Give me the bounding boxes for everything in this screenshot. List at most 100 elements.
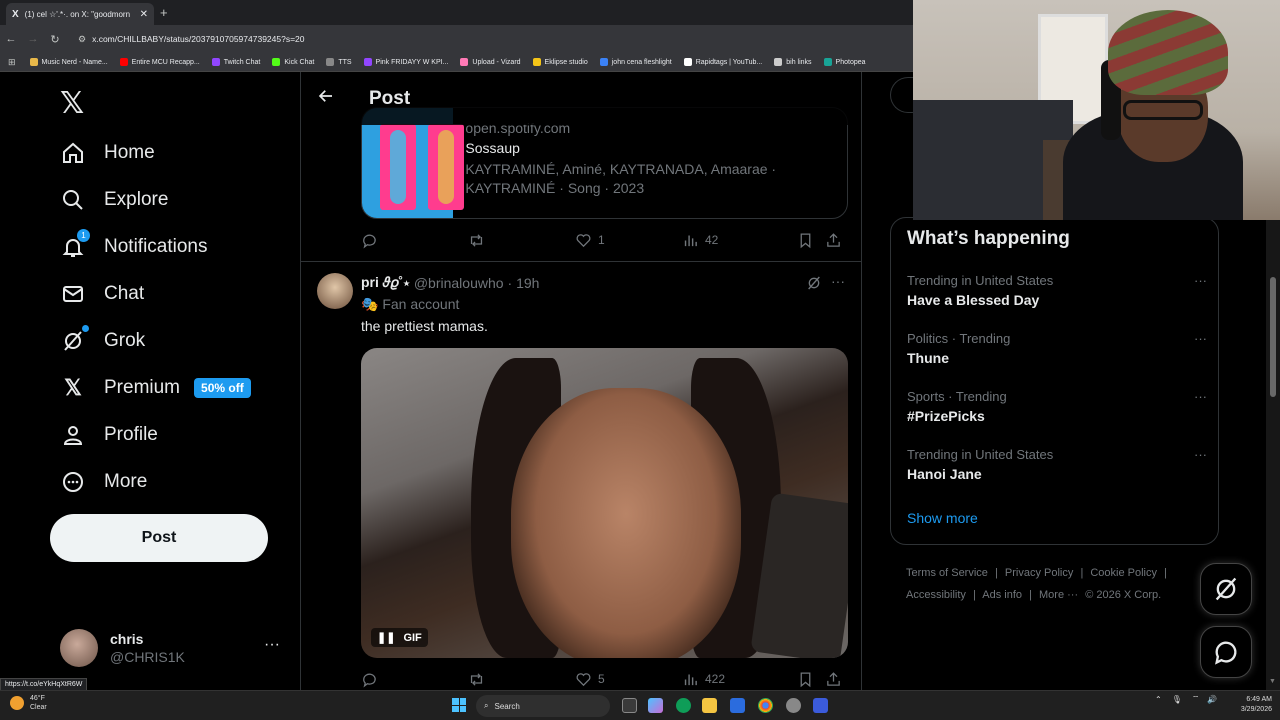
- bookmark-icon[interactable]: [797, 671, 825, 688]
- file-explorer-icon[interactable]: [702, 698, 717, 713]
- bookmark-item[interactable]: Music Nerd - Name...: [29, 58, 108, 66]
- windows-start-icon[interactable]: [452, 698, 466, 712]
- apps-grid-icon[interactable]: ⊞: [8, 57, 16, 68]
- scrollbar-thumb[interactable]: [1270, 277, 1276, 397]
- cam-beanie: [1108, 10, 1228, 95]
- footer-accessibility-link[interactable]: Accessibility: [906, 589, 966, 601]
- bookmark-item[interactable]: Entire MCU Recapp...: [119, 58, 200, 66]
- footer-cookie-link[interactable]: Cookie Policy: [1090, 567, 1157, 579]
- share-icon[interactable]: [825, 671, 848, 688]
- scroll-down-icon[interactable]: ▼: [1269, 678, 1276, 685]
- nav-more[interactable]: More: [60, 464, 147, 500]
- trend-item[interactable]: Politics · Trending Thune ···: [907, 331, 1207, 366]
- bookmark-item[interactable]: john cena fleshlight: [599, 58, 672, 66]
- tweet-time[interactable]: · 19h: [508, 275, 540, 291]
- show-more-link[interactable]: Show more: [907, 510, 978, 526]
- share-icon[interactable]: [825, 232, 848, 249]
- views-button[interactable]: 42: [682, 232, 797, 249]
- post-button[interactable]: Post: [50, 514, 268, 562]
- gif-controls[interactable]: ❚❚ GIF: [371, 628, 428, 647]
- footer-more-link[interactable]: More ···: [1039, 589, 1078, 601]
- store-icon[interactable]: [730, 698, 745, 713]
- reply-icon[interactable]: [361, 232, 468, 249]
- more-icon[interactable]: ···: [1194, 331, 1207, 346]
- bookmark-item[interactable]: bih links: [774, 58, 812, 66]
- edge-icon[interactable]: [676, 698, 691, 713]
- taskbar-clock[interactable]: 6:49 AM 3/29/2026: [1232, 695, 1272, 715]
- bookmark-label: Entire MCU Recapp...: [131, 58, 200, 66]
- bookmark-label: Photopea: [835, 58, 866, 66]
- repost-icon[interactable]: [468, 232, 575, 249]
- bookmark-item[interactable]: Eklipse studio: [532, 58, 588, 66]
- microphone-icon[interactable]: 🎙: [1172, 695, 1182, 704]
- back-arrow-icon[interactable]: [301, 87, 351, 110]
- grok-fab-button[interactable]: [1200, 563, 1252, 615]
- bookmark-item[interactable]: Twitch Chat: [211, 58, 260, 66]
- trend-item[interactable]: Trending in United States Have a Blessed…: [907, 273, 1207, 308]
- bookmark-item[interactable]: Photopea: [823, 58, 866, 66]
- footer-terms-link[interactable]: Terms of Service: [906, 567, 988, 579]
- more-icon[interactable]: ···: [831, 273, 845, 289]
- address-bar[interactable]: ⚙ x.com/CHILLBABY/status/203791070597473…: [72, 29, 672, 49]
- footer-ads-link[interactable]: Ads info: [982, 589, 1022, 601]
- settings-icon[interactable]: [786, 698, 801, 713]
- system-tray: ⌃ 🎙 ⌔ 🔊: [1155, 694, 1217, 704]
- whats-happening-panel: What’s happening Trending in United Stat…: [890, 217, 1219, 545]
- forward-arrow-icon[interactable]: →: [22, 33, 44, 45]
- trend-item[interactable]: Trending in United States Hanoi Jane ···: [907, 447, 1207, 482]
- grok-icon[interactable]: [806, 275, 822, 296]
- trends-title: What’s happening: [907, 228, 1070, 249]
- nav-notifications[interactable]: 1 Notifications: [60, 229, 208, 265]
- chat-fab-button[interactable]: [1200, 626, 1252, 678]
- bookmark-item[interactable]: Pink FRIDAYY W KPI...: [363, 58, 448, 66]
- nav-explore[interactable]: Explore: [60, 182, 168, 218]
- site-info-icon[interactable]: ⚙: [78, 34, 86, 45]
- tab-close-icon[interactable]: ✕: [140, 9, 148, 20]
- repost-icon[interactable]: [468, 671, 575, 688]
- trend-item[interactable]: Sports · Trending #PrizePicks ···: [907, 389, 1207, 424]
- fan-account-label: 🎭 Fan account: [361, 296, 460, 312]
- reload-icon[interactable]: ↻: [44, 33, 66, 46]
- like-button[interactable]: 1: [575, 232, 682, 249]
- tray-chevron-icon[interactable]: ⌃: [1155, 695, 1162, 704]
- task-view-icon[interactable]: [622, 698, 637, 713]
- browser-tab[interactable]: X (1) cel ☆'.*·. on X: "goodmorn ✕: [6, 3, 154, 25]
- back-arrow-icon[interactable]: ←: [0, 33, 22, 45]
- reply-icon[interactable]: [361, 671, 468, 688]
- views-button[interactable]: 422: [682, 671, 797, 688]
- account-more-icon[interactable]: ···: [264, 636, 280, 654]
- bookmark-item[interactable]: Rapidtags | YouTub...: [683, 58, 762, 66]
- wifi-icon[interactable]: ⌔: [1192, 694, 1200, 704]
- account-switcher[interactable]: chris @CHRIS1K ···: [60, 626, 290, 670]
- bookmark-item[interactable]: Upload - Vizard: [460, 58, 521, 66]
- gif-media[interactable]: ❚❚ GIF: [361, 348, 848, 658]
- weather-widget[interactable]: 46°F Clear: [10, 694, 47, 712]
- bookmark-item[interactable]: TTS: [326, 58, 352, 66]
- more-icon[interactable]: ···: [1194, 389, 1207, 404]
- bookmark-icon[interactable]: [797, 232, 825, 249]
- remote-desktop-icon[interactable]: [813, 698, 828, 713]
- nav-profile[interactable]: Profile: [60, 417, 158, 453]
- nav-chat[interactable]: Chat: [60, 276, 144, 312]
- volume-icon[interactable]: 🔊: [1207, 695, 1217, 704]
- taskbar-search[interactable]: ⌕ Search: [476, 695, 610, 717]
- footer-privacy-link[interactable]: Privacy Policy: [1005, 567, 1073, 579]
- bookmark-item[interactable]: Kick Chat: [272, 58, 314, 66]
- avatar[interactable]: [317, 273, 353, 309]
- tweet-display-name[interactable]: pri 𝜗𝜚˚⋆: [361, 274, 410, 291]
- weather-temp: 46°F: [30, 695, 45, 702]
- trend-context: Politics · Trending: [907, 331, 1011, 346]
- like-button[interactable]: 5: [575, 671, 682, 688]
- nav-premium[interactable]: 𝕏 Premium 50% off: [60, 370, 251, 406]
- copilot-icon[interactable]: [648, 698, 663, 713]
- tweet-handle[interactable]: @brinalouwho: [414, 275, 504, 291]
- chrome-icon[interactable]: [758, 698, 773, 713]
- nav-home[interactable]: Home: [60, 135, 155, 171]
- more-icon[interactable]: ···: [1194, 273, 1207, 288]
- x-logo-icon[interactable]: 𝕏: [60, 86, 84, 121]
- tweet-divider: [301, 261, 861, 262]
- new-tab-button[interactable]: +: [160, 5, 168, 20]
- more-icon[interactable]: ···: [1194, 447, 1207, 462]
- pause-icon[interactable]: ❚❚: [377, 631, 395, 644]
- nav-grok[interactable]: Grok: [60, 323, 145, 359]
